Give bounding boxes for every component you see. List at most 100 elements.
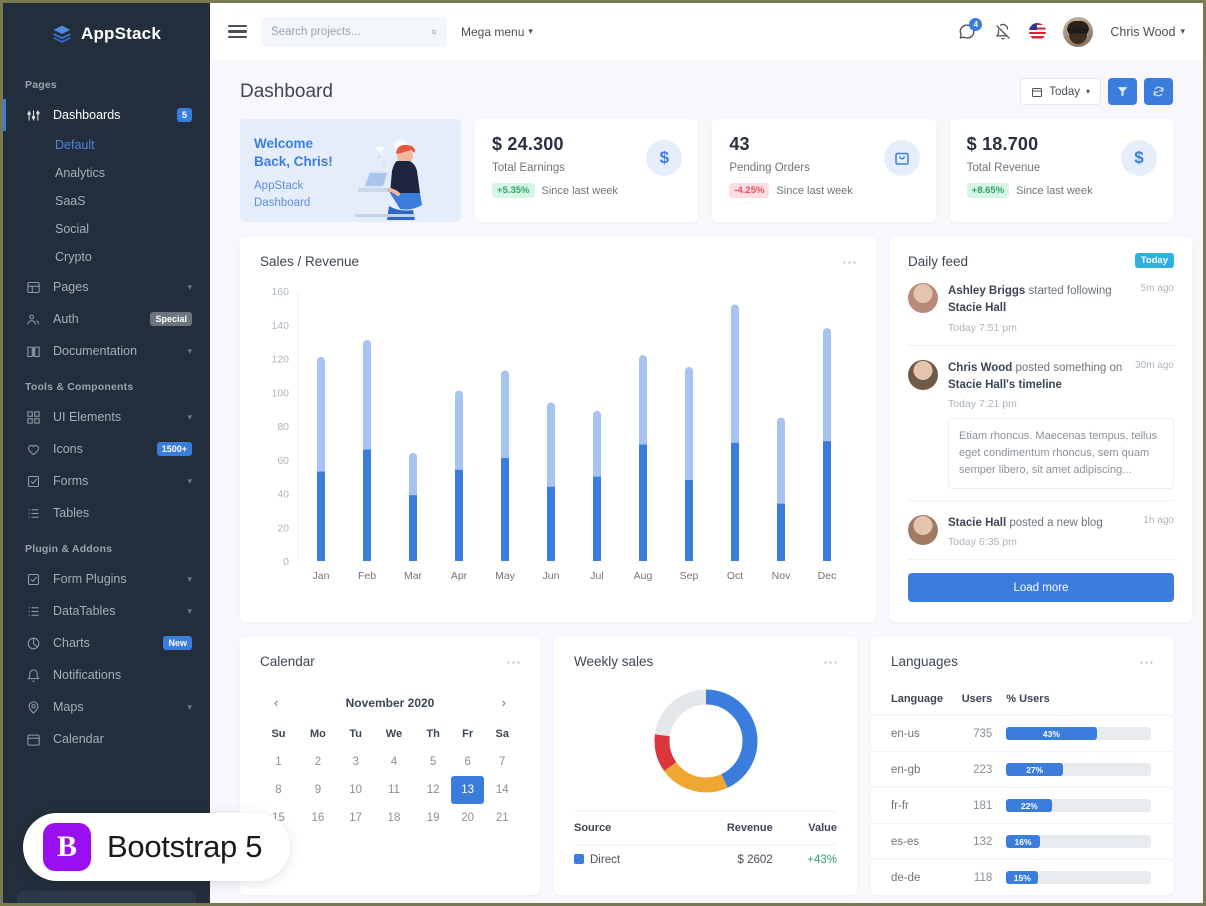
svg-text:Jun: Jun <box>543 570 560 582</box>
more-icon[interactable]: ⋯ <box>842 253 858 271</box>
sidebar-subitem-crypto[interactable]: Crypto <box>3 243 210 271</box>
stat-delta-badge: +8.65% <box>966 183 1010 198</box>
more-icon[interactable]: ⋯ <box>1139 653 1155 671</box>
sidebar-promo-card[interactable]: Monthly Sales Report <box>17 891 196 903</box>
sidebar-badge: 1500+ <box>156 442 192 456</box>
feed-item[interactable]: 5m ago Ashley Briggs started following S… <box>908 269 1174 346</box>
search-input-wrapper[interactable] <box>261 16 447 47</box>
sidebar-subitem-social[interactable]: Social <box>3 215 210 243</box>
sidebar-item-calendar[interactable]: Calendar <box>3 723 210 755</box>
feed-item[interactable]: 1h ago Stacie Hall posted a new blog Tod… <box>908 501 1174 561</box>
chevron-right-icon[interactable]: › <box>502 695 506 710</box>
calendar-day[interactable]: 2 <box>297 748 339 776</box>
calendar-grid: Su Mo Tu We Th Fr Sa 1 2 3 4 5 6 7 8 9 10 11 12 13 14 15 16 17… <box>260 720 520 832</box>
weekly-column-header: Revenue <box>673 811 773 845</box>
user-menu-button[interactable]: Chris Wood ▾ <box>1110 25 1185 39</box>
svg-text:Apr: Apr <box>451 570 468 582</box>
calendar-day[interactable]: 3 <box>339 748 373 776</box>
sidebar-section-title: Pages <box>25 79 57 91</box>
feed-item[interactable]: 30m ago Chris Wood posted something on S… <box>908 346 1174 502</box>
calendar-day[interactable]: 18 <box>372 804 415 832</box>
filter-button[interactable] <box>1108 78 1137 105</box>
calendar-weekday: Tu <box>349 728 362 740</box>
calendar-day[interactable]: 8 <box>260 776 297 804</box>
sidebar-item-label: Tables <box>53 506 90 520</box>
sidebar-item-pages[interactable]: Pages ▾ <box>3 271 210 303</box>
stat-footer: -4.25% Since last week <box>729 183 918 198</box>
sidebar-item-notifications[interactable]: Notifications <box>3 659 210 691</box>
sidebar-subitem-saas[interactable]: SaaS <box>3 187 210 215</box>
sidebar-subitem-default[interactable]: Default <box>3 131 210 159</box>
svg-text:40: 40 <box>277 489 289 501</box>
sidebar-item-ui-elements[interactable]: UI Elements ▾ <box>3 401 210 433</box>
calendar-day[interactable]: 12 <box>415 776 450 804</box>
calendar-day[interactable]: 1 <box>260 748 297 776</box>
sidebar-item-label: Documentation <box>53 344 138 358</box>
more-icon[interactable]: ⋯ <box>823 653 839 671</box>
sidebar-item-auth[interactable]: Auth Special <box>3 303 210 335</box>
lang-users: 181 <box>957 787 1007 824</box>
table-row[interactable]: es-es 132 16% <box>871 823 1173 860</box>
bootstrap-logo-icon: B <box>43 823 91 871</box>
sidebar-item-forms[interactable]: Forms ▾ <box>3 465 210 497</box>
avatar-ashley-briggs <box>908 283 938 313</box>
sidebar-item-label: Dashboards <box>53 108 121 122</box>
calendar-day[interactable]: 11 <box>372 776 415 804</box>
calendar-day[interactable]: 20 <box>451 804 485 832</box>
table-row[interactable]: de-de 118 15% <box>871 859 1173 896</box>
calendar-weekday: We <box>385 728 403 740</box>
date-filter-button[interactable]: Today ▾ <box>1020 78 1101 105</box>
messages-button[interactable]: 4 <box>957 18 983 41</box>
search-input[interactable] <box>271 25 425 38</box>
sidebar-item-charts[interactable]: Charts New <box>3 627 210 659</box>
calendar-day[interactable]: 16 <box>297 804 339 832</box>
sidebar-item-documentation[interactable]: Documentation ▾ <box>3 335 210 367</box>
load-more-button[interactable]: Load more <box>908 573 1174 603</box>
sidebar-item-dashboards[interactable]: Dashboards 5 <box>3 99 210 131</box>
calendar-day[interactable]: 7 <box>484 748 520 776</box>
bootstrap-watermark: B Bootstrap 5 <box>23 813 291 881</box>
chevron-left-icon[interactable]: ‹ <box>274 695 278 710</box>
calendar-day[interactable]: 21 <box>484 804 520 832</box>
notifications-button[interactable] <box>993 22 1012 41</box>
sidebar-item-label: UI Elements <box>53 410 122 424</box>
sidebar-item-maps[interactable]: Maps ▾ <box>3 691 210 723</box>
calendar-day[interactable]: 17 <box>339 804 373 832</box>
calendar-day[interactable]: 6 <box>451 748 485 776</box>
languages-card: Languages ⋯ Language Users% Users en-us 7… <box>871 637 1173 896</box>
calendar-day[interactable]: 19 <box>415 804 450 832</box>
welcome-sub2: Dashboard <box>254 197 311 210</box>
table-row[interactable]: fr-fr 181 22% <box>871 787 1173 824</box>
lang-percent-cell: 27% <box>1006 751 1173 788</box>
list-icon <box>25 603 41 619</box>
brand-logo[interactable]: AppStack <box>3 3 210 65</box>
table-row[interactable]: en-gb 223 27% <box>871 751 1173 788</box>
sidebar: AppStack Pages Dashboards 5 Default Analyt… <box>3 3 210 903</box>
calendar-day[interactable]: 10 <box>339 776 373 804</box>
sidebar-item-datatables[interactable]: DataTables ▾ <box>3 595 210 627</box>
progress-bar: 15% <box>1006 871 1152 884</box>
refresh-button[interactable] <box>1144 78 1173 105</box>
more-icon[interactable]: ⋯ <box>506 653 522 671</box>
search-icon[interactable] <box>431 25 437 39</box>
chevron-down-icon: ▾ <box>187 573 192 584</box>
table-row[interactable]: en-us 735 43% <box>871 715 1173 752</box>
weekly-sales-table: Source Revenue Value Direct $ 2602 +43% <box>574 811 837 875</box>
progress-bar: 22% <box>1006 799 1152 812</box>
avatar[interactable] <box>1063 16 1094 47</box>
stats-row: Welcome Back, Chris! AppStack Dashboard <box>240 119 1173 222</box>
calendar-day[interactable]: 5 <box>415 748 450 776</box>
sidebar-item-tables[interactable]: Tables <box>3 497 210 529</box>
sidebar-item-form-plugins[interactable]: Form Plugins ▾ <box>3 563 210 595</box>
chevron-down-icon: ▾ <box>528 26 533 36</box>
calendar-day[interactable]: 4 <box>372 748 415 776</box>
sidebar-subitem-analytics[interactable]: Analytics <box>3 159 210 187</box>
hamburger-icon[interactable] <box>228 24 247 39</box>
us-flag-icon[interactable] <box>1029 23 1047 40</box>
calendar-day[interactable]: 9 <box>297 776 339 804</box>
calendar-day[interactable]: 14 <box>484 776 520 804</box>
sidebar-item-icons[interactable]: Icons 1500+ <box>3 433 210 465</box>
mega-menu-button[interactable]: Mega menu ▾ <box>461 25 533 39</box>
calendar-day[interactable]: 13 <box>450 776 485 804</box>
table-row[interactable]: Direct $ 2602 +43% <box>574 845 837 876</box>
